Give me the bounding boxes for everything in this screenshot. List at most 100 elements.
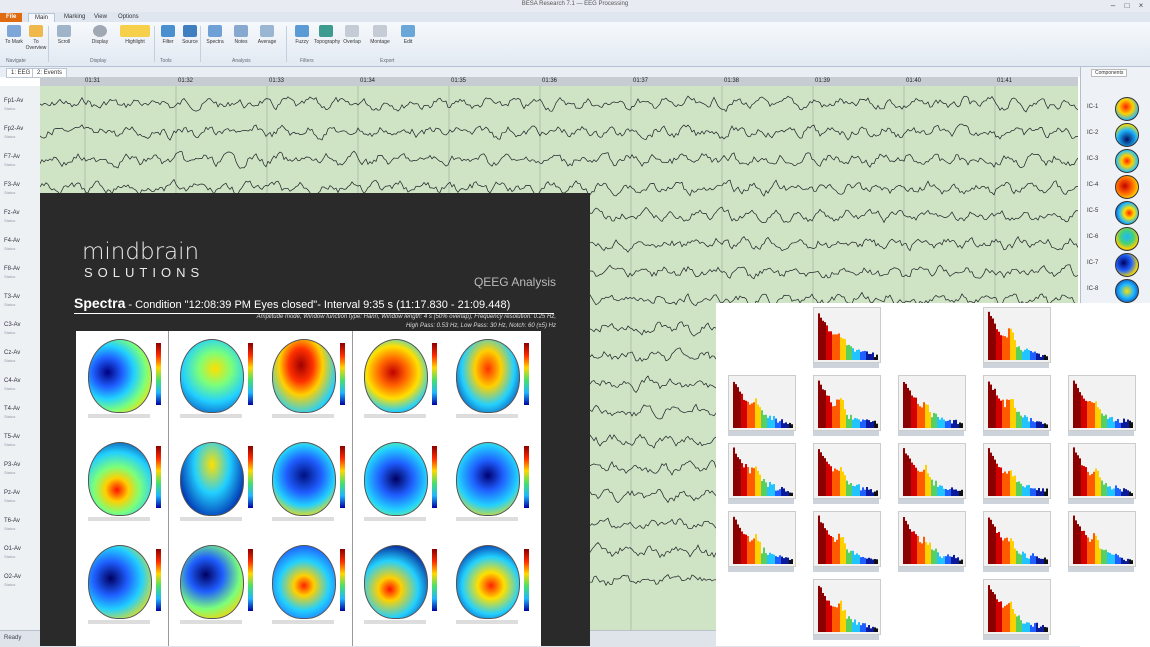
channel-label[interactable]: F3-Av Status xyxy=(4,182,20,196)
spectrum-bar xyxy=(862,556,864,564)
colorbar xyxy=(156,343,161,405)
display-icon xyxy=(93,25,107,37)
scroll-button[interactable]: Scroll xyxy=(52,25,76,57)
spectrum-plot xyxy=(898,443,966,499)
channel-label[interactable]: Fp2-Av Status xyxy=(4,126,23,140)
highlight-button[interactable]: Highlight xyxy=(118,25,152,57)
channel-status: Status xyxy=(4,134,16,139)
channel-label[interactable]: T6-Av Status xyxy=(4,518,20,532)
spectrum-bar xyxy=(848,344,850,360)
spectrum-bar xyxy=(933,412,935,428)
scroll-icon xyxy=(57,25,71,37)
spectrum-bar xyxy=(1040,491,1042,496)
channel-status: Status xyxy=(4,442,16,447)
spectrum-bar xyxy=(783,423,785,428)
source-button[interactable]: Source xyxy=(178,25,202,57)
ic-row[interactable]: IC-1 xyxy=(1087,97,1147,121)
overlap-button[interactable]: Overlap xyxy=(340,25,364,57)
maximize-icon[interactable]: □ xyxy=(1120,0,1134,12)
spectrum-bar xyxy=(1004,605,1006,632)
ic-label: IC-6 xyxy=(1087,234,1099,240)
channel-label[interactable]: Fp1-Av Status xyxy=(4,98,23,112)
spectrum-bar xyxy=(822,455,824,496)
channel-label[interactable]: T5-Av Status xyxy=(4,434,20,448)
spectrum-bar xyxy=(864,489,866,496)
spectrum-svg xyxy=(818,585,878,632)
colorbar xyxy=(340,446,345,508)
tab-view[interactable]: View xyxy=(88,13,113,22)
tab-options[interactable]: Options xyxy=(112,13,145,22)
time-tick: 01:41 xyxy=(997,78,1013,84)
ic-row[interactable]: IC-3 xyxy=(1087,149,1147,173)
spectrum-plot xyxy=(728,443,796,499)
spectrum-bar xyxy=(953,489,955,496)
ic-row[interactable]: IC-2 xyxy=(1087,123,1147,147)
topomap-cell xyxy=(358,541,444,633)
mark-icon xyxy=(7,25,21,37)
channel-label[interactable]: T3-Av Status xyxy=(4,294,20,308)
spectrum-bar xyxy=(1125,561,1127,564)
time-tick: 01:31 xyxy=(85,78,101,84)
spectrum-bar xyxy=(864,557,866,564)
colorbar xyxy=(340,549,345,611)
spectrum-bar xyxy=(1036,490,1038,496)
average-button[interactable]: Average xyxy=(255,25,279,57)
to-mark-button[interactable]: To Mark xyxy=(2,25,26,57)
channel-name: O2-Av xyxy=(4,574,21,580)
spectrum-plot xyxy=(813,443,881,499)
montage-button[interactable]: Montage xyxy=(368,25,392,57)
spectrum-bar xyxy=(820,522,822,564)
channel-label[interactable]: O1-Av Status xyxy=(4,546,21,560)
spectrum-bar xyxy=(791,559,793,564)
spectrum-bar xyxy=(1040,558,1042,564)
spectrum-bar xyxy=(1002,335,1004,360)
doc-tab-eeg[interactable]: 1: EEG xyxy=(6,68,36,78)
spectrum-bar xyxy=(988,381,990,428)
spectrum-thumbnail xyxy=(722,509,796,573)
spectrum-bar xyxy=(1107,486,1109,496)
spectrum-bar xyxy=(947,420,949,428)
channel-label[interactable]: C4-Av Status xyxy=(4,378,21,392)
ic-panel-header[interactable]: Components xyxy=(1091,69,1128,77)
ic-row[interactable]: IC-8 xyxy=(1087,279,1147,303)
spectra-button[interactable]: Spectra xyxy=(203,25,227,57)
spectrum-bar xyxy=(846,618,848,632)
spectrum-bar xyxy=(990,452,992,496)
channel-label[interactable]: F8-Av Status xyxy=(4,266,20,280)
spectrum-bar xyxy=(1103,415,1105,428)
notes-button[interactable]: Notes xyxy=(229,25,253,57)
menu-tab-row: File Main Marking View Options xyxy=(0,12,1150,23)
channel-label[interactable]: F7-Av Status xyxy=(4,154,20,168)
spectrum-bar xyxy=(1081,395,1083,428)
minimize-icon[interactable]: – xyxy=(1106,0,1120,12)
display-button[interactable]: Display xyxy=(88,25,112,57)
spectrum-svg xyxy=(903,517,963,564)
channel-label[interactable]: Cz-Av Status xyxy=(4,350,20,364)
spectrum-thumbnail xyxy=(807,509,881,573)
tab-marking[interactable]: Marking xyxy=(58,13,91,22)
channel-label[interactable]: C3-Av Status xyxy=(4,322,21,336)
spectrum-bar xyxy=(992,389,994,428)
channel-label[interactable]: T4-Av Status xyxy=(4,406,20,420)
ic-row[interactable]: IC-6 xyxy=(1087,227,1147,251)
spectrum-bar xyxy=(866,627,868,632)
spectrum-bar xyxy=(1014,475,1016,496)
edit-button[interactable]: Edit xyxy=(396,25,420,57)
channel-label[interactable]: Fz-Av Status xyxy=(4,210,20,224)
channel-label[interactable]: F4-Av Status xyxy=(4,238,20,252)
channel-label[interactable]: P3-Av Status xyxy=(4,462,20,476)
fuzzy-button[interactable]: Fuzzy xyxy=(290,25,314,57)
spectrum-bar xyxy=(862,351,864,360)
channel-label[interactable]: Pz-Av Status xyxy=(4,490,20,504)
filter-button[interactable]: Filter xyxy=(156,25,180,57)
ic-row[interactable]: IC-4 xyxy=(1087,175,1147,199)
spectrum-bar xyxy=(915,397,917,428)
to-overview-button[interactable]: To Overview xyxy=(24,25,48,57)
topography-button[interactable]: Topography xyxy=(314,25,340,57)
close-icon[interactable]: × xyxy=(1134,0,1148,12)
ic-row[interactable]: IC-7 xyxy=(1087,253,1147,277)
ic-row[interactable]: IC-5 xyxy=(1087,201,1147,225)
tab-file[interactable]: File xyxy=(0,13,23,22)
spectrum-bar xyxy=(1034,488,1036,496)
channel-label[interactable]: O2-Av Status xyxy=(4,574,21,588)
